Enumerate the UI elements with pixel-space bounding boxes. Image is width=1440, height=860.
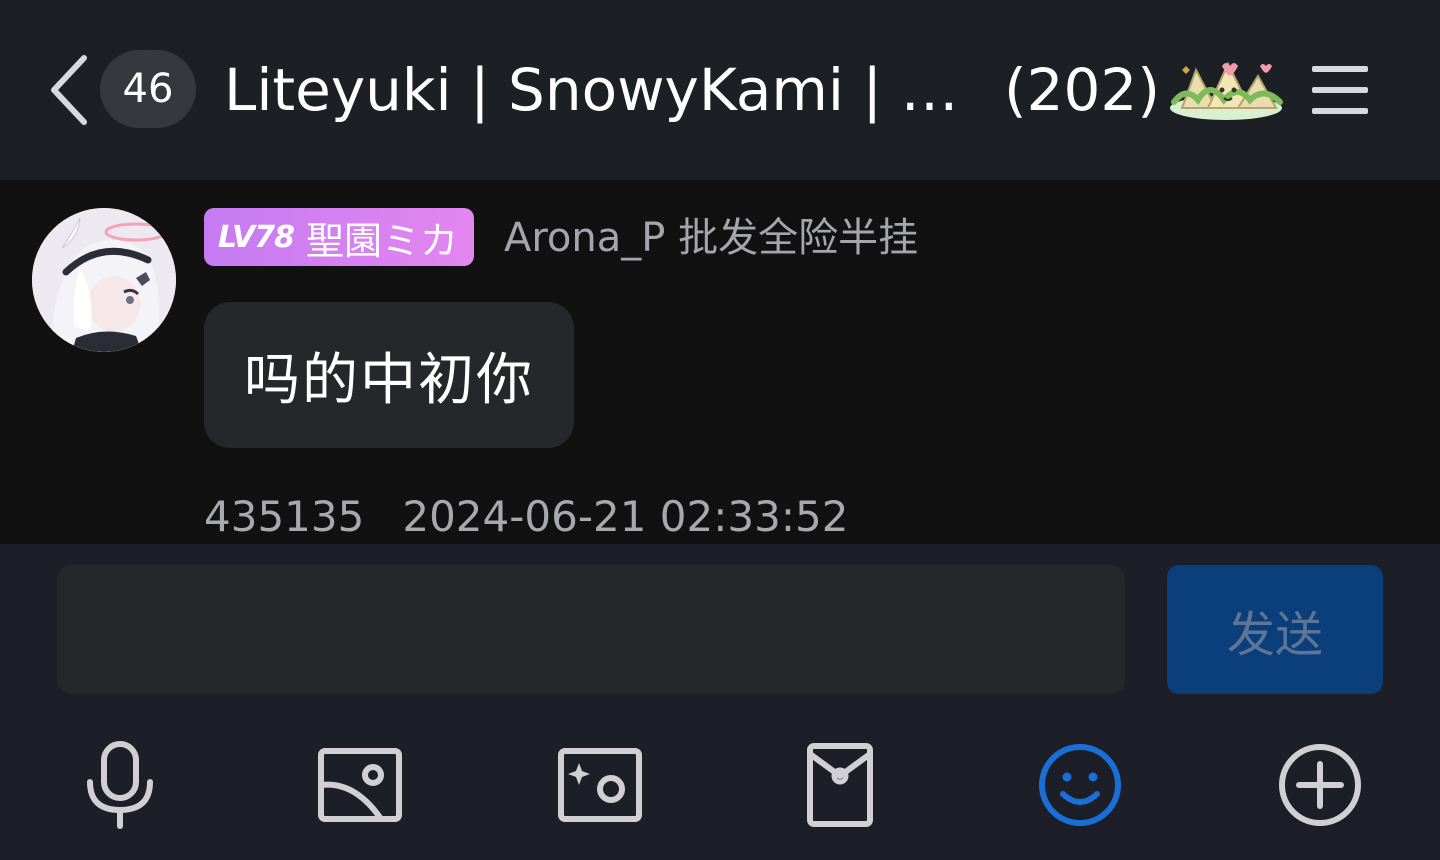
message-meta: 435135 2024-06-21 02:33:52	[204, 492, 848, 542]
group-decoration-icon	[1164, 50, 1288, 124]
microphone-icon	[87, 741, 153, 829]
group-title[interactable]: Liteyuki | SnowyKami | B…	[224, 54, 984, 126]
avatar[interactable]	[32, 208, 176, 352]
message-bubble[interactable]: 吗的中初你	[204, 302, 574, 448]
image-icon	[318, 748, 402, 822]
unread-count-badge[interactable]: 46	[100, 50, 196, 128]
message-list[interactable]: LV78 聖園ミカ Arona_P 批发全险半挂 吗的中初你 435135 20…	[0, 180, 1440, 544]
send-button[interactable]: 发送	[1167, 565, 1383, 694]
level-title-badge: LV78 聖園ミカ	[204, 208, 474, 266]
member-count: (202)	[1004, 56, 1160, 124]
message-text: 吗的中初你	[244, 347, 534, 413]
member-title: 聖園ミカ	[305, 218, 458, 263]
message-input[interactable]	[57, 565, 1125, 694]
add-icon	[1279, 744, 1361, 826]
message-timestamp: 2024-06-21 02:33:52	[402, 492, 849, 541]
menu-button[interactable]	[1310, 62, 1370, 118]
photo-camera-icon	[558, 748, 642, 822]
red-packet-icon	[807, 743, 873, 827]
sender-name[interactable]: Arona_P 批发全险半挂	[504, 210, 918, 266]
sender-id: 435135	[204, 492, 365, 541]
camera-button[interactable]	[555, 740, 645, 830]
emoji-icon	[1039, 744, 1121, 826]
level-label: LV78	[218, 219, 295, 255]
voice-button[interactable]	[75, 740, 165, 830]
chevron-left-icon	[51, 55, 87, 125]
chat-header: 46 Liteyuki | SnowyKami | B… (202)	[0, 0, 1440, 180]
more-button[interactable]	[1275, 740, 1365, 830]
menu-icon	[1312, 66, 1368, 114]
back-button[interactable]	[44, 52, 96, 128]
image-button[interactable]	[315, 740, 405, 830]
composer: 发送	[0, 544, 1440, 860]
emoji-button[interactable]	[1035, 740, 1125, 830]
red-packet-button[interactable]	[795, 740, 885, 830]
